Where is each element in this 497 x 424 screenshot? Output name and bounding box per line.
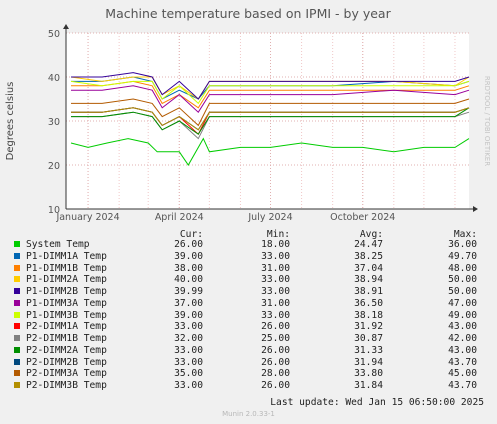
y-axis-arrow xyxy=(63,24,69,29)
legend-row: P1-DIMM1B Temp 38.00 31.00 37.04 48.00 xyxy=(0,263,497,274)
legend-max-value: 43.00 xyxy=(448,321,477,333)
legend-max-value: 47.00 xyxy=(448,297,477,309)
legend-max-value: 42.00 xyxy=(448,333,477,344)
legend-row: P2-DIMM1A Temp 33.00 26.00 31.92 43.00 xyxy=(0,321,497,332)
legend-max-value: 43.70 xyxy=(448,380,477,391)
legend-row: P1-DIMM3B Temp 39.00 33.00 38.18 49.00 xyxy=(0,310,497,321)
legend-row: P1-DIMM1A Temp 39.00 33.00 38.25 49.70 xyxy=(0,251,497,262)
x-tick-label: January 2024 xyxy=(55,212,119,223)
legend-max-value: 50.00 xyxy=(448,286,477,297)
rrdtool-watermark: RRDTOOL / TOBI OETIKER xyxy=(483,76,491,166)
legend-row: P2-DIMM3A Temp 35.00 28.00 33.80 45.00 xyxy=(0,368,497,379)
chart-title: Machine temperature based on IPMI - by y… xyxy=(105,6,391,21)
x-axis-arrow xyxy=(473,206,478,212)
legend-row: System Temp 26.00 18.00 24.47 36.00 xyxy=(0,239,497,250)
legend-max-value: 50.00 xyxy=(448,274,477,286)
legend-row: P2-DIMM1B Temp 32.00 25.00 30.87 42.00 xyxy=(0,333,497,344)
y-tick-label: 30 xyxy=(48,117,60,128)
x-tick-label: October 2024 xyxy=(330,212,395,223)
legend-row: P2-DIMM3B Temp 33.00 26.00 31.84 43.70 xyxy=(0,380,497,391)
x-tick-label: April 2024 xyxy=(155,212,204,223)
legend-max-value: 48.00 xyxy=(448,262,477,274)
legend-row: P1-DIMM2B Temp 39.99 33.00 38.91 50.00 xyxy=(0,286,497,297)
legend-max-value: 49.00 xyxy=(448,309,477,321)
legend-max-value: 43.70 xyxy=(448,356,477,368)
legend-max-value: 45.00 xyxy=(448,368,477,380)
munin-version: Munin 2.0.33-1 xyxy=(222,410,275,418)
y-axis-label: Degrees celsius xyxy=(5,82,16,161)
legend-row: P1-DIMM3A Temp 37.00 31.00 36.50 47.00 xyxy=(0,298,497,309)
y-tick-label: 40 xyxy=(48,73,60,84)
last-update: Last update: Wed Jan 15 06:50:00 2025 xyxy=(270,397,484,408)
legend-max-value: 43.00 xyxy=(448,344,477,356)
y-tick-label: 50 xyxy=(48,29,60,40)
x-tick-label: July 2024 xyxy=(247,212,292,223)
legend-max-value: 36.00 xyxy=(448,239,477,250)
legend-max-value: 49.70 xyxy=(448,250,477,262)
legend-row: P2-DIMM2B Temp 33.00 26.00 31.94 43.70 xyxy=(0,357,497,368)
legend-row: P1-DIMM2A Temp 40.00 33.00 38.94 50.00 xyxy=(0,274,497,285)
y-tick-label: 20 xyxy=(48,161,60,172)
legend-row: P2-DIMM2A Temp 33.00 26.00 31.33 43.00 xyxy=(0,345,497,356)
